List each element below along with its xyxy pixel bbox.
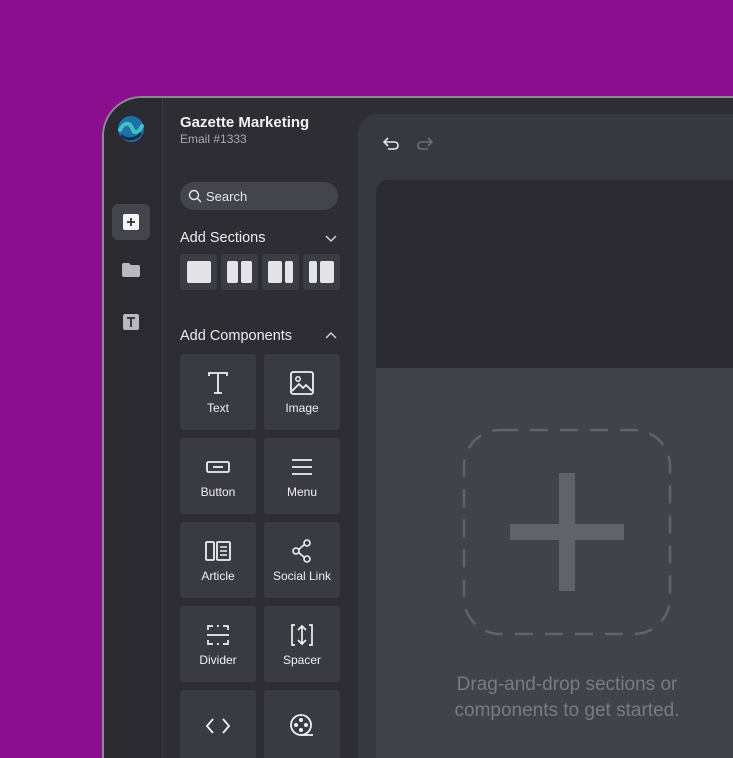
- plus-icon: [510, 473, 624, 591]
- components-grid: Text Image Button Menu Article Social Li…: [180, 354, 340, 758]
- component-article[interactable]: Article: [180, 522, 256, 598]
- component-text[interactable]: Text: [180, 354, 256, 430]
- email-header-block[interactable]: [376, 180, 733, 368]
- menu-icon: [292, 459, 312, 475]
- component-label: Image: [285, 401, 319, 415]
- layout-narrow-wide[interactable]: [303, 254, 340, 290]
- redo-icon[interactable]: [416, 136, 434, 150]
- text-box-icon: [123, 314, 139, 330]
- folder-icon: [122, 263, 140, 277]
- rail-add-button[interactable]: [112, 204, 150, 240]
- share-icon: [292, 539, 311, 563]
- component-social-link[interactable]: Social Link: [264, 522, 340, 598]
- project-subtitle: Email #1333: [180, 132, 247, 146]
- drop-instructions-line2: components to get started.: [454, 700, 680, 721]
- search-input[interactable]: Search: [180, 182, 338, 210]
- rail-text-button[interactable]: [112, 304, 150, 340]
- component-button[interactable]: Button: [180, 438, 256, 514]
- email-preview[interactable]: Drag-and-drop sections or components to …: [376, 180, 733, 758]
- component-label: Button: [200, 485, 236, 499]
- component-label: Divider: [199, 653, 237, 667]
- component-label: Article: [201, 569, 235, 583]
- component-image[interactable]: Image: [264, 354, 340, 430]
- chevron-down-icon: [325, 235, 337, 243]
- layout-one-column[interactable]: [180, 254, 217, 290]
- video-icon: [290, 714, 313, 736]
- layout-wide-narrow[interactable]: [262, 254, 299, 290]
- drop-instructions-line1: Drag-and-drop sections or: [456, 674, 678, 695]
- layout-two-column[interactable]: [221, 254, 258, 290]
- component-spacer[interactable]: Spacer: [264, 606, 340, 682]
- component-label: Spacer: [282, 653, 322, 667]
- rail-folder-button[interactable]: [112, 252, 150, 288]
- drop-instructions: Drag-and-drop sections or components to …: [426, 672, 708, 724]
- search-placeholder: Search: [206, 188, 248, 204]
- chevron-up-icon: [325, 331, 337, 339]
- component-code[interactable]: [180, 690, 256, 758]
- component-video[interactable]: [264, 690, 340, 758]
- plus-square-icon: [123, 214, 139, 230]
- section-layouts: [180, 254, 340, 290]
- add-sections-label: Add Sections: [180, 230, 266, 246]
- article-icon: [205, 541, 231, 561]
- image-icon: [290, 371, 314, 395]
- drop-zone[interactable]: [462, 428, 672, 636]
- builder-panel: Gazette Marketing Email #1333 Search Add…: [163, 98, 358, 758]
- add-components-header[interactable]: Add Components: [180, 328, 338, 344]
- button-icon: [206, 461, 230, 473]
- add-components-label: Add Components: [180, 328, 293, 344]
- app-logo: [118, 116, 144, 142]
- undo-icon[interactable]: [382, 136, 400, 150]
- divider-icon: [207, 625, 229, 645]
- project-title: Gazette Marketing: [180, 114, 310, 131]
- spacer-icon: [291, 624, 313, 646]
- component-label: Social Link: [272, 569, 332, 583]
- editor-canvas: Drag-and-drop sections or components to …: [358, 114, 733, 758]
- icon-rail: [104, 98, 163, 758]
- component-label: Text: [206, 401, 229, 415]
- editor-window: Gazette Marketing Email #1333 Search Add…: [102, 96, 733, 758]
- text-icon: [208, 372, 228, 394]
- component-label: Menu: [286, 485, 318, 499]
- search-icon: [188, 189, 202, 203]
- component-menu[interactable]: Menu: [264, 438, 340, 514]
- component-divider[interactable]: Divider: [180, 606, 256, 682]
- add-sections-header[interactable]: Add Sections: [180, 230, 338, 246]
- code-icon: [205, 718, 231, 734]
